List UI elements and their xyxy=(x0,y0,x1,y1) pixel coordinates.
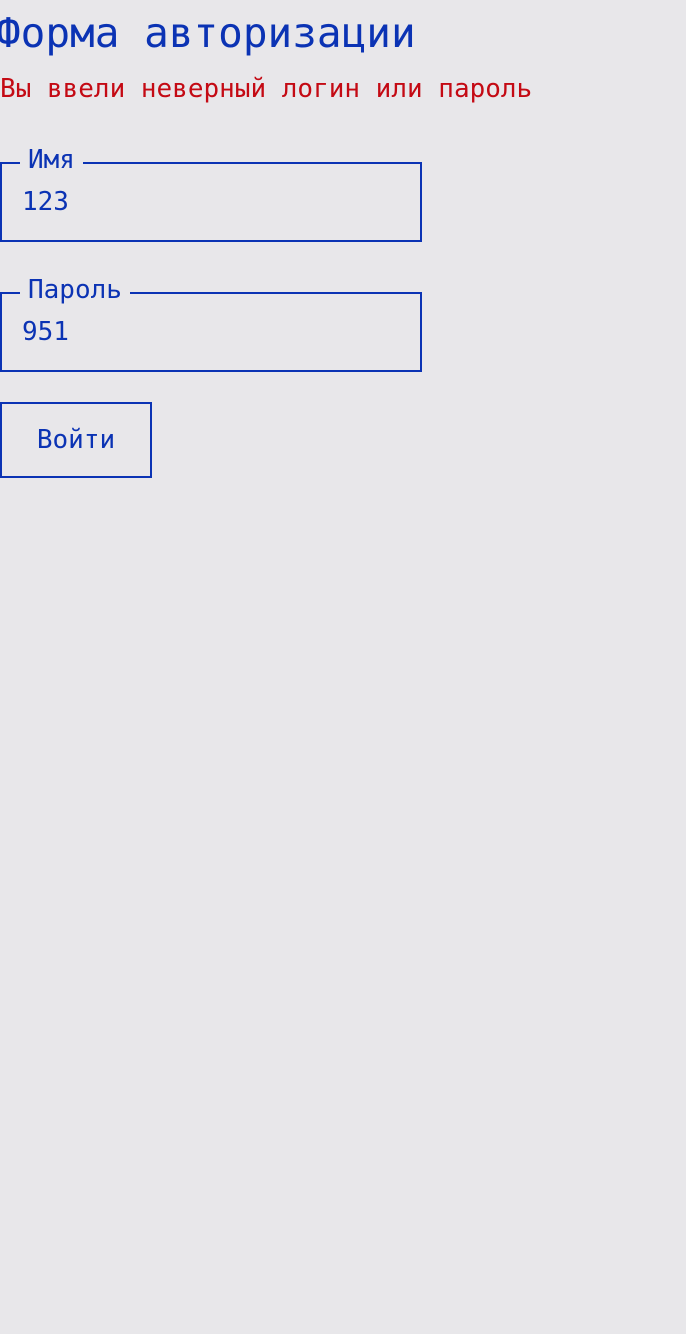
password-input[interactable] xyxy=(2,294,416,370)
name-field: Имя xyxy=(0,143,422,242)
login-button[interactable]: Войти xyxy=(0,402,152,478)
error-message: Вы ввели неверный логин или пароль xyxy=(0,74,533,104)
name-input[interactable] xyxy=(2,164,416,240)
page-title: Форма авторизации xyxy=(0,9,416,57)
password-field: Пароль xyxy=(0,273,422,372)
login-page: Форма авторизации Вы ввели неверный логи… xyxy=(0,0,686,1334)
